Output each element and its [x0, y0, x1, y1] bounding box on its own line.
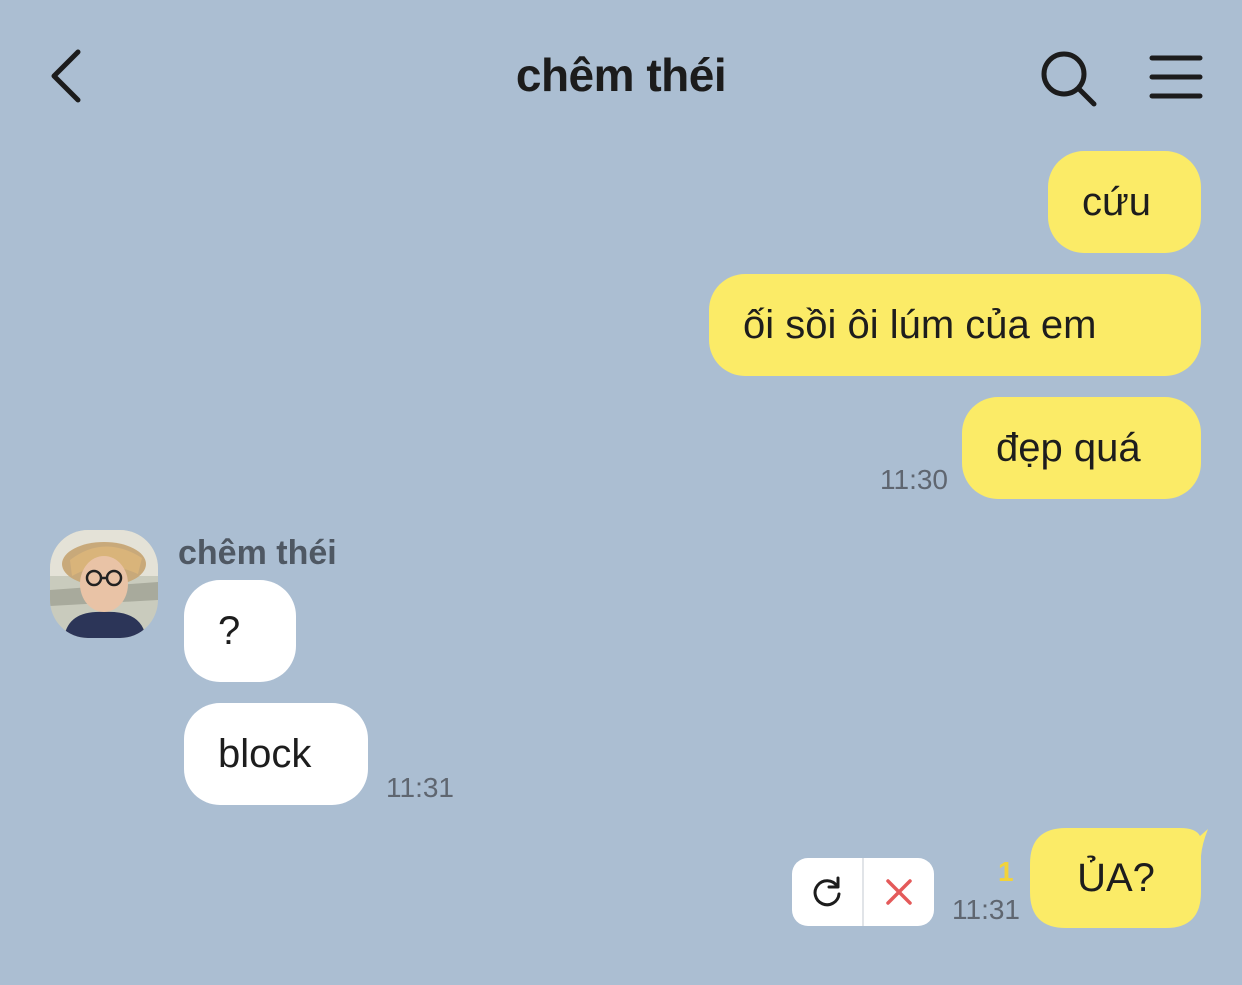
close-x-icon [886, 879, 912, 905]
retry-button[interactable] [792, 858, 862, 926]
unread-count: 1 [998, 856, 1014, 887]
outgoing-message-bubble[interactable]: cứu [1048, 151, 1201, 253]
message-timestamp: 11:31 [386, 772, 454, 803]
retry-icon [813, 876, 841, 907]
avatar[interactable] [50, 530, 158, 638]
outgoing-message-bubble[interactable]: ối sồi ôi lúm của em [709, 274, 1201, 376]
menu-button[interactable] [1146, 50, 1206, 104]
incoming-message-bubble[interactable]: block [184, 703, 368, 805]
incoming-message-bubble[interactable]: ? [184, 580, 296, 682]
delete-button[interactable] [864, 858, 934, 926]
hamburger-menu-icon [1149, 55, 1203, 99]
search-icon [1041, 51, 1097, 107]
message-timestamp: 11:31 [952, 894, 1020, 925]
sender-name: chêm théi [178, 534, 337, 572]
profile-photo [50, 530, 158, 638]
failed-message-actions [792, 858, 934, 926]
outgoing-message-text[interactable]: ỦA? [1030, 826, 1202, 930]
outgoing-message-bubble[interactable]: đẹp quá [962, 397, 1201, 499]
outgoing-message-bubble-tail: ỦA? [1030, 826, 1210, 930]
message-timestamp: 11:30 [880, 464, 948, 495]
search-button[interactable] [1036, 46, 1100, 110]
